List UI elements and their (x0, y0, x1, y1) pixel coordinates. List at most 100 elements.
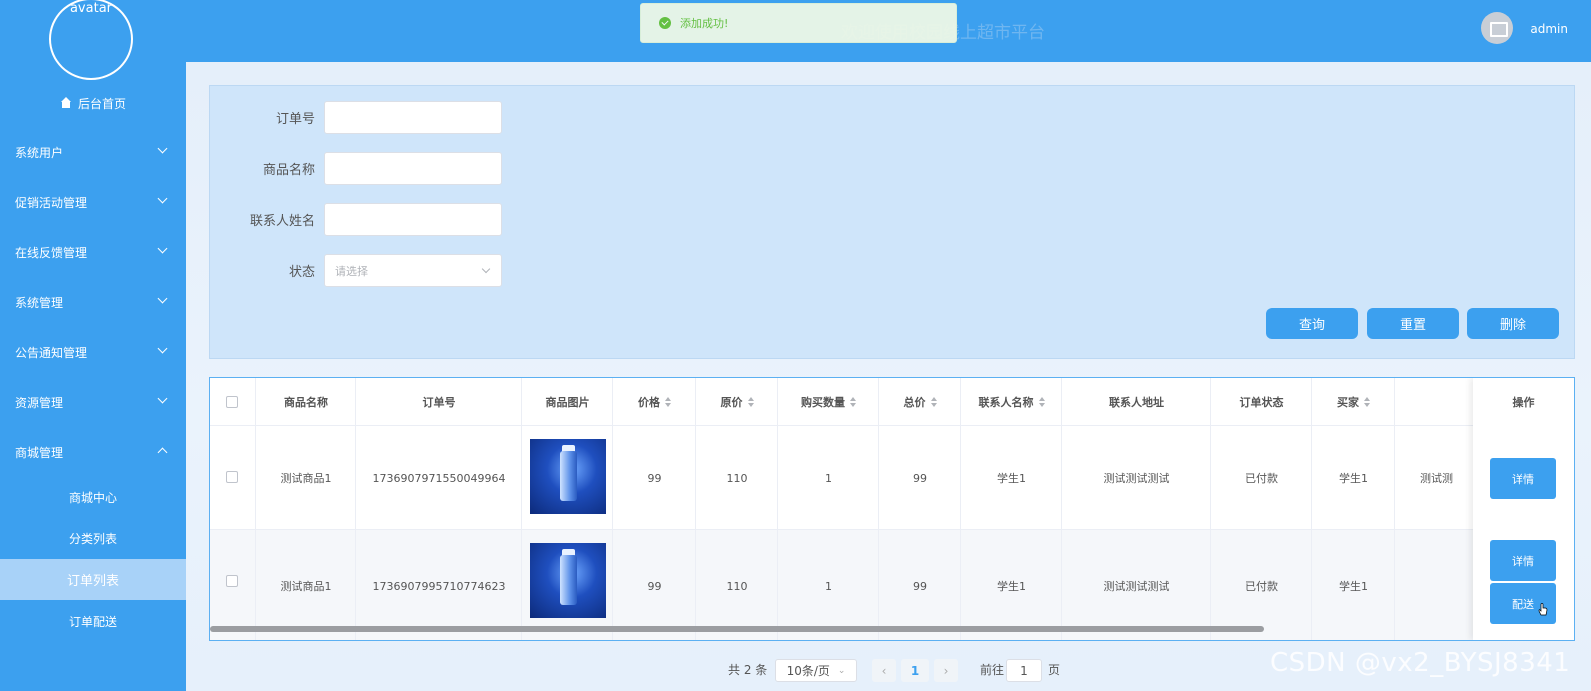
sort-icon[interactable] (1364, 397, 1370, 407)
cell-product-name: 测试商品1 (280, 472, 332, 485)
th-contact-name[interactable]: 联系人名称 (961, 378, 1062, 426)
sidebar-item-order-delivery[interactable]: 订单配送 (0, 601, 186, 642)
th-label: 原价 (720, 396, 743, 409)
row-checkbox[interactable] (226, 471, 238, 483)
delete-button[interactable]: 删除 (1467, 308, 1559, 339)
detail-button[interactable]: 详情 (1490, 540, 1556, 581)
orders-table: 商品名称 订单号 商品图片 价格 原价 购买数量 总价 联系人名称 联系人地址 … (209, 377, 1575, 641)
select-all-checkbox[interactable] (226, 396, 238, 408)
sidebar-menu-notices[interactable]: 公告通知管理 (0, 327, 186, 377)
chevron-down-icon (157, 243, 168, 254)
sidebar-menu-feedback[interactable]: 在线反馈管理 (0, 227, 186, 277)
cell-contact-name: 学生1 (997, 580, 1026, 593)
cell-order-status: 已付款 (1245, 580, 1278, 593)
page-size-select[interactable]: 10条/页 ⌄ (775, 659, 857, 682)
detail-button[interactable]: 详情 (1490, 458, 1556, 499)
page-number-active[interactable]: 1 (901, 659, 929, 682)
cell-contact-address: 测试测试测试 (1103, 472, 1170, 485)
home-icon (60, 97, 72, 109)
chevron-down-icon (157, 293, 168, 304)
sidebar-menu-system[interactable]: 系统管理 (0, 277, 186, 327)
page-size-value: 10条/页 (786, 664, 830, 678)
th-total[interactable]: 总价 (879, 378, 961, 426)
chevron-down-icon (157, 193, 168, 204)
cell-buyer: 学生1 (1339, 472, 1368, 485)
th-buyer[interactable]: 买家 (1312, 378, 1395, 426)
sidebar-item-home[interactable]: 后台首页 (0, 94, 186, 112)
cell-contact-name: 学生1 (997, 472, 1026, 485)
horizontal-scrollbar[interactable] (210, 626, 1264, 632)
toast-message: 添加成功! (680, 17, 729, 30)
chevron-down-icon (157, 393, 168, 404)
menu-label: 系统用户 (15, 145, 64, 160)
order-no-label: 订单号 (275, 112, 315, 127)
chevron-down-icon: ⌄ (837, 665, 846, 676)
sidebar: avatar 后台首页 系统用户 促销活动管理 在线反馈管理 系统管理 公告通知… (0, 0, 186, 691)
chevron-down-icon (481, 264, 491, 274)
cell-total: 99 (913, 471, 927, 485)
contact-name-label: 联系人姓名 (249, 214, 315, 229)
sidebar-item-mall-center[interactable]: 商城中心 (0, 477, 186, 518)
sidebar-menu-mall[interactable]: 商城管理 (0, 427, 186, 477)
cell-total: 99 (913, 579, 927, 593)
cell-quantity: 1 (825, 579, 832, 593)
contact-name-input[interactable] (324, 203, 502, 236)
sort-icon[interactable] (665, 397, 671, 407)
home-label: 后台首页 (77, 96, 126, 111)
hand-cursor-icon (1538, 603, 1548, 616)
cell-order-no: 1736907995710774623 (372, 579, 506, 593)
sidebar-menu-resources[interactable]: 资源管理 (0, 377, 186, 427)
product-image[interactable] (530, 543, 606, 618)
menu-label: 系统管理 (15, 295, 64, 310)
chevron-up-icon (157, 447, 168, 458)
th-order-no: 订单号 (422, 396, 456, 409)
user-name[interactable]: admin (1530, 22, 1568, 36)
th-quantity[interactable]: 购买数量 (778, 378, 879, 426)
reset-button[interactable]: 重置 (1367, 308, 1459, 339)
next-page-button[interactable]: › (934, 659, 958, 682)
sidebar-item-category-list[interactable]: 分类列表 (0, 518, 186, 559)
menu-label: 商城管理 (15, 445, 64, 460)
submenu-label: 订单列表 (66, 574, 119, 589)
status-label: 状态 (288, 265, 315, 280)
search-panel: 订单号 商品名称 联系人姓名 状态 请选择 查询 重置 删除 (209, 85, 1575, 359)
prev-page-button[interactable]: ‹ (872, 659, 896, 682)
th-original-price[interactable]: 原价 (696, 378, 778, 426)
sort-icon[interactable] (1038, 397, 1045, 407)
page-suffix: 页 (1048, 663, 1061, 677)
avatar[interactable]: avatar (49, 0, 133, 80)
submenu-label: 订单配送 (68, 615, 117, 629)
product-image[interactable] (530, 439, 606, 514)
bottle (560, 555, 577, 605)
column-divider (210, 378, 256, 640)
chevron-down-icon (157, 143, 168, 154)
watermark: CSDN @vx2_BYSJ8341 (1270, 648, 1571, 678)
th-label: 联系人名称 (978, 396, 1034, 409)
chevron-down-icon (157, 343, 168, 354)
sort-icon[interactable] (747, 397, 754, 407)
th-product-name: 商品名称 (284, 396, 328, 409)
cell-product-name: 测试商品1 (280, 580, 332, 593)
th-price[interactable]: 价格 (613, 378, 696, 426)
cell-original-price: 110 (726, 471, 748, 485)
th-order-status: 订单状态 (1239, 396, 1284, 409)
cell-original-price: 110 (726, 579, 748, 593)
goto-page-input[interactable]: 1 (1006, 659, 1042, 682)
sidebar-menu-promotions[interactable]: 促销活动管理 (0, 177, 186, 227)
query-button[interactable]: 查询 (1266, 308, 1358, 339)
product-name-label: 商品名称 (262, 163, 315, 178)
product-name-input[interactable] (324, 152, 502, 185)
sidebar-item-order-list[interactable]: 订单列表 (0, 559, 186, 600)
status-select[interactable]: 请选择 (324, 254, 502, 287)
th-label: 总价 (903, 396, 926, 409)
sort-icon[interactable] (930, 397, 937, 407)
cell-price: 99 (647, 471, 662, 485)
row-checkbox[interactable] (226, 575, 238, 587)
sidebar-menu-system-users[interactable]: 系统用户 (0, 127, 186, 177)
sort-icon[interactable] (850, 397, 856, 407)
user-avatar-icon[interactable] (1481, 12, 1513, 44)
pagination-total: 共 2 条 (728, 663, 768, 677)
submenu-label: 分类列表 (68, 532, 117, 546)
order-no-input[interactable] (324, 101, 502, 134)
status-placeholder: 请选择 (335, 264, 368, 278)
